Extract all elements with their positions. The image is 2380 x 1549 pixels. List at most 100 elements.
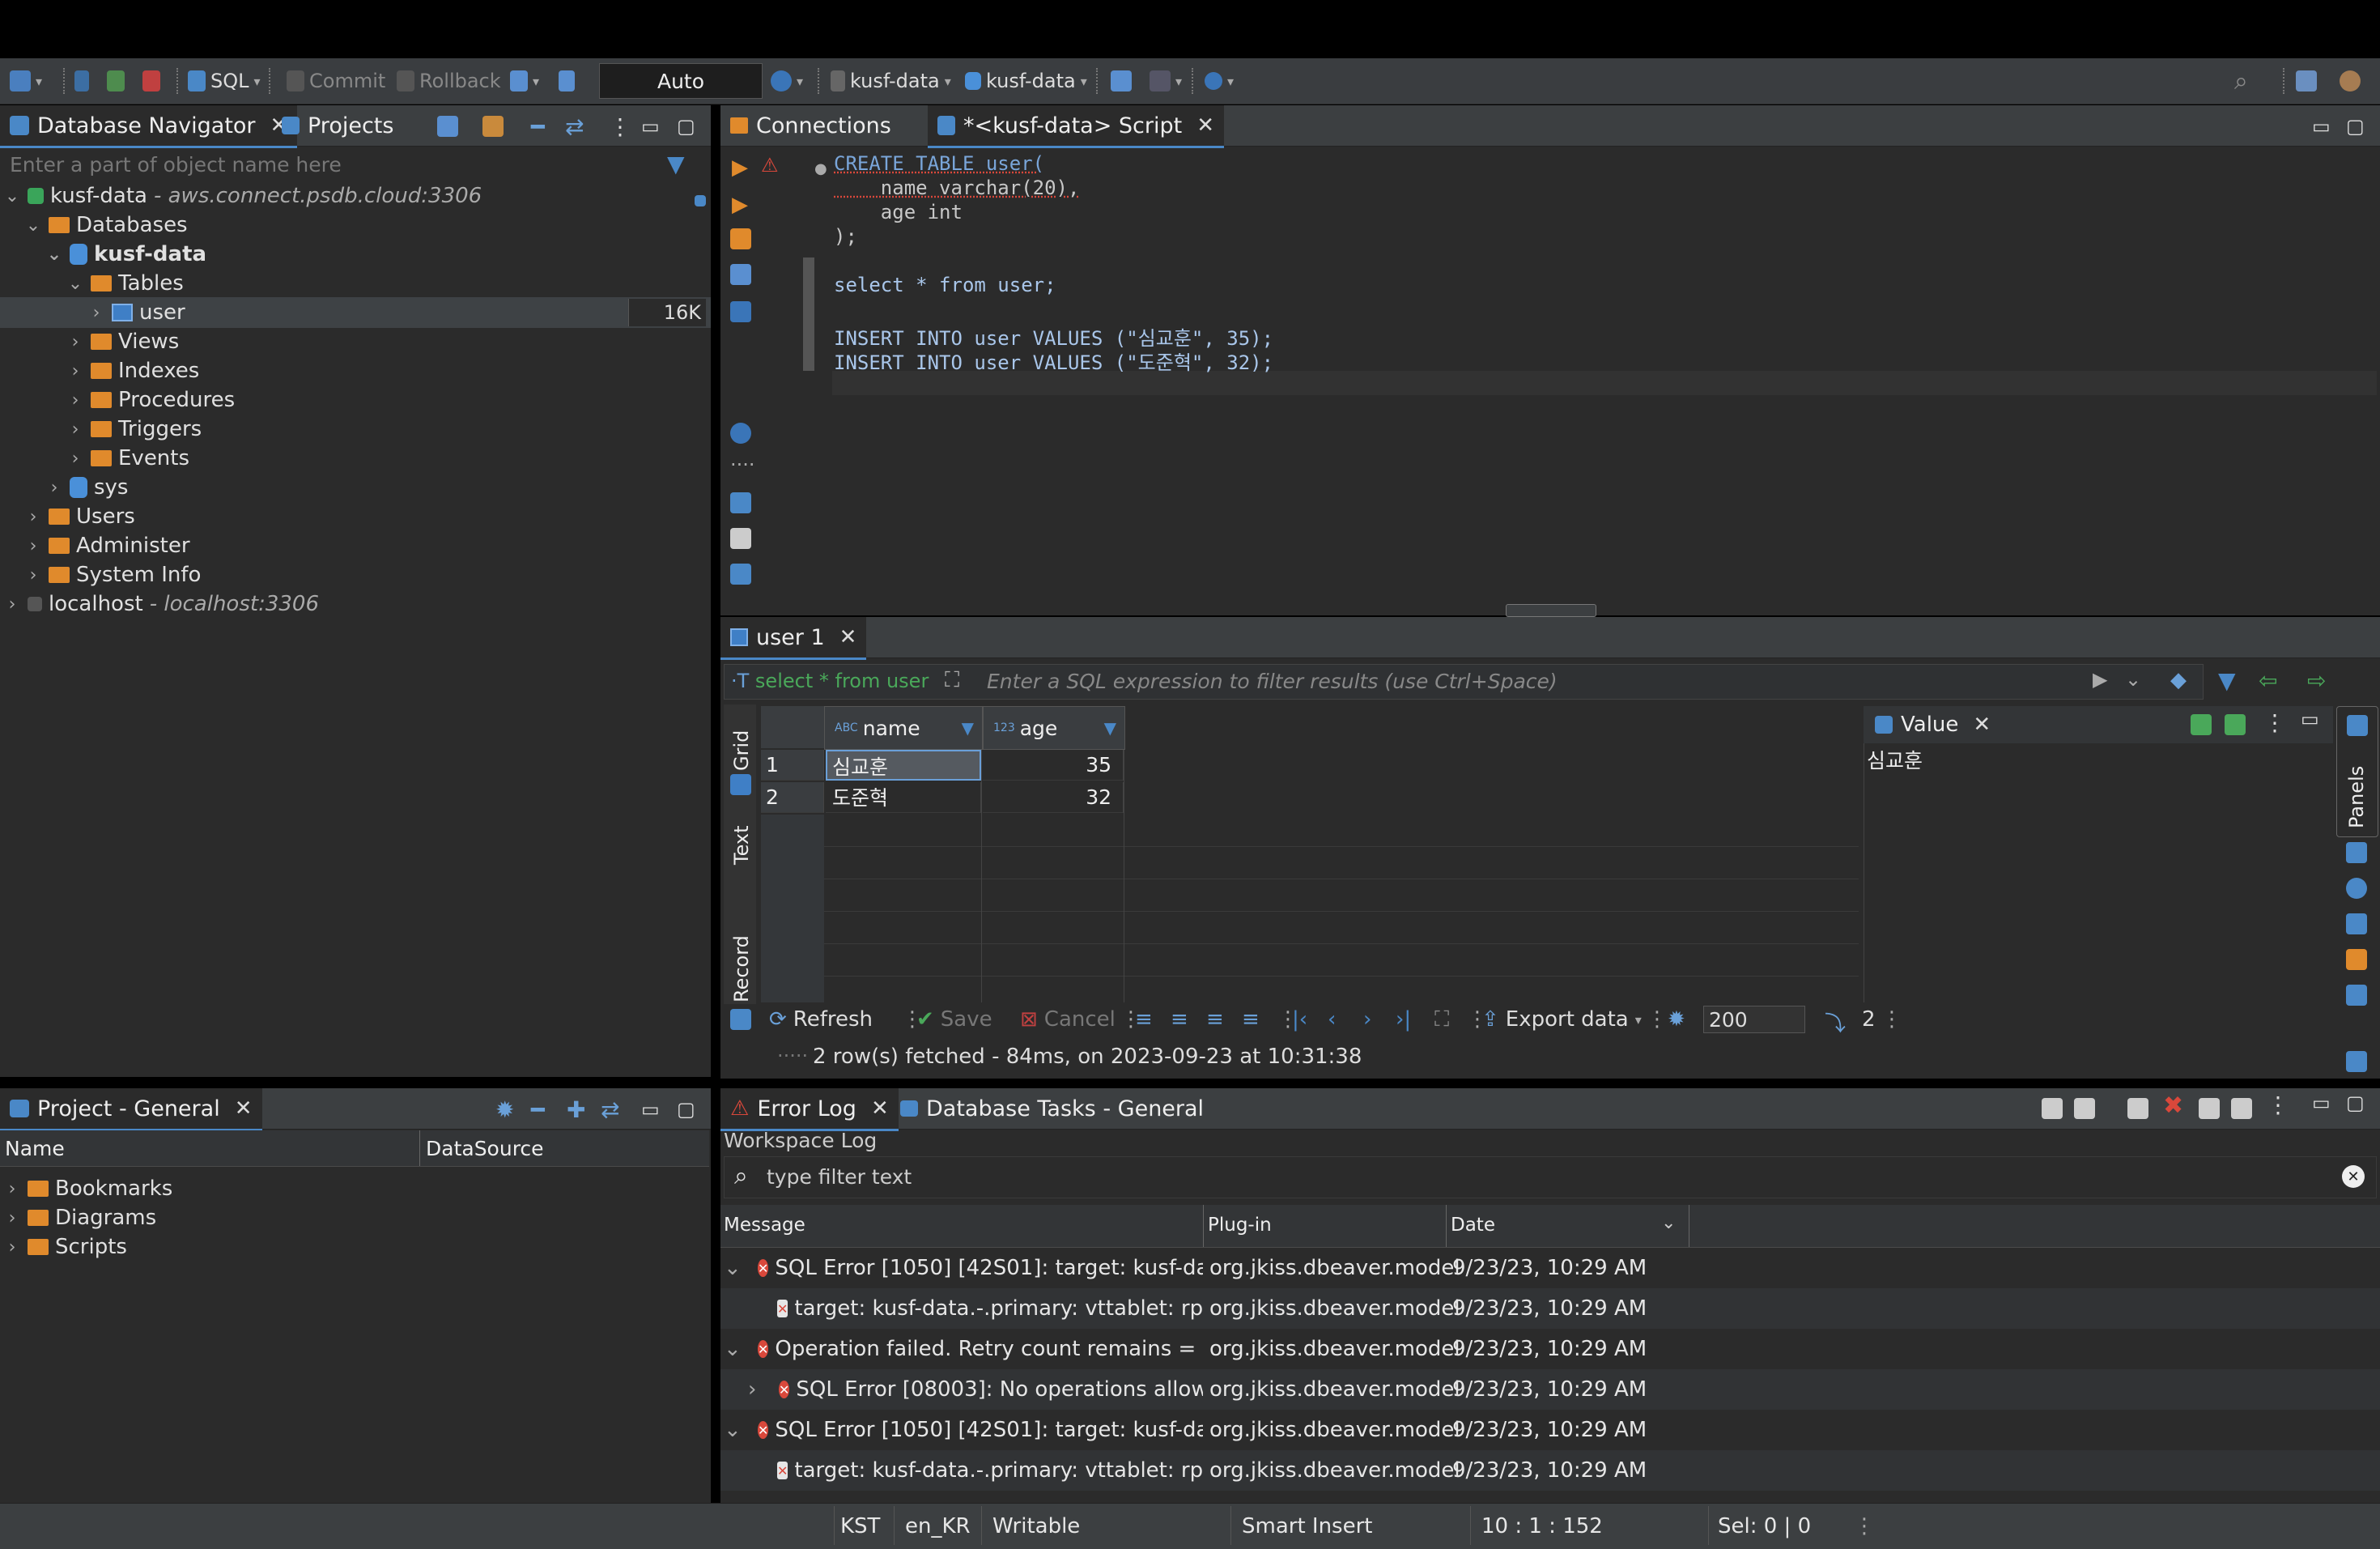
- close-icon[interactable]: ✕: [235, 1096, 253, 1121]
- code-line-9[interactable]: INSERT INTO user VALUES ("도준혁", 32);: [834, 347, 1273, 375]
- restore-log-icon[interactable]: [2231, 1098, 2252, 1119]
- chevron-right-icon[interactable]: ›: [87, 303, 105, 323]
- apply-filter-icon[interactable]: ▶: [2093, 668, 2107, 691]
- chevron-right-icon[interactable]: ›: [66, 390, 84, 411]
- chevron-down-icon[interactable]: ⌄: [45, 245, 63, 265]
- collapse-all-button[interactable]: ━: [531, 110, 545, 143]
- forward-arrow-icon[interactable]: ⇨: [2307, 667, 2326, 694]
- next-page-icon[interactable]: ›: [1363, 1007, 1371, 1032]
- terminal-icon[interactable]: [730, 301, 751, 322]
- more-icon[interactable]: ⋮: [2263, 709, 2286, 736]
- minimize-button[interactable]: ▭: [641, 110, 660, 143]
- back-arrow-icon[interactable]: ⇦: [2259, 667, 2277, 694]
- chevron-right-icon[interactable]: ›: [3, 1237, 21, 1257]
- new-connection-icon-button[interactable]: [437, 110, 458, 143]
- save-value-icon[interactable]: [2191, 714, 2212, 735]
- tab-connections[interactable]: Connections: [720, 105, 901, 146]
- presentation-icon[interactable]: [2346, 1051, 2367, 1072]
- tree-events[interactable]: › Events: [66, 444, 189, 473]
- refresh-button[interactable]: ⟳ Refresh: [769, 1007, 873, 1032]
- chevron-down-icon[interactable]: ⌄: [24, 215, 42, 236]
- collapse-all-button[interactable]: ━: [531, 1093, 545, 1126]
- minimize-icon[interactable]: ▭: [2312, 1092, 2331, 1114]
- settings-gear-icon[interactable]: ✹: [1668, 1007, 1685, 1032]
- copy-row-icon[interactable]: ≡: [1206, 1007, 1224, 1032]
- chart-icon[interactable]: [2346, 913, 2367, 934]
- tree-indexes[interactable]: › Indexes: [66, 356, 200, 385]
- fetch-size-input[interactable]: 200: [1703, 1006, 1805, 1033]
- dbeaver-perspective-button[interactable]: [2340, 65, 2361, 97]
- previous-page-icon[interactable]: ‹: [1328, 1007, 1336, 1032]
- row-number[interactable]: 2: [761, 782, 824, 813]
- side-tab-text[interactable]: Text: [730, 825, 753, 865]
- info-icon[interactable]: [2346, 878, 2367, 899]
- log-row[interactable]: ⌄ ✕ Operation failed. Retry count remains…: [720, 1329, 2380, 1369]
- status-insert-mode[interactable]: Smart Insert: [1242, 1504, 1372, 1548]
- chevron-right-icon[interactable]: ›: [3, 1208, 21, 1228]
- chevron-down-icon[interactable]: ⌄: [724, 1256, 742, 1280]
- close-icon[interactable]: ✕: [839, 625, 857, 649]
- log-row[interactable]: ✕ target: kusf-data.-.primary: vttablet: …: [720, 1450, 2380, 1491]
- tab-database-navigator[interactable]: Database Navigator ✕: [0, 105, 298, 148]
- column-header-name[interactable]: ABC name ▼: [824, 706, 983, 750]
- perspective-button[interactable]: [2296, 65, 2317, 97]
- clear-filter-icon[interactable]: ✕: [2342, 1165, 2365, 1188]
- more-icon[interactable]: ⋮: [2267, 1092, 2289, 1118]
- chevron-right-icon[interactable]: ›: [24, 536, 42, 556]
- splitter-handle[interactable]: [1506, 604, 1596, 617]
- chevron-right-icon[interactable]: ›: [3, 594, 21, 615]
- tab-error-log[interactable]: ⚠ Error Log ✕: [720, 1088, 899, 1131]
- code-line-4[interactable]: );: [834, 225, 857, 248]
- maximize-icon[interactable]: ▢: [2346, 1092, 2365, 1114]
- code-line-3[interactable]: age int: [834, 201, 963, 223]
- tab-database-tasks[interactable]: Database Tasks - General: [890, 1088, 1213, 1129]
- execute-statement-icon[interactable]: ▶: [732, 155, 748, 180]
- status-more-icon[interactable]: ⋮: [1854, 1504, 1875, 1548]
- invalidate-button[interactable]: [107, 65, 125, 97]
- maximize-button[interactable]: ▢: [677, 1093, 695, 1126]
- chevron-right-icon[interactable]: ›: [66, 332, 84, 352]
- chevron-down-icon[interactable]: ⌄: [724, 1337, 742, 1361]
- new-script-icon[interactable]: [730, 492, 751, 513]
- navigator-filter-input[interactable]: Enter a part of object name here: [10, 149, 674, 180]
- tab-kusf-data-script[interactable]: *<kusf-data> Script ✕: [928, 105, 1225, 148]
- delete-log-icon[interactable]: ✖: [2163, 1092, 2183, 1120]
- cell-age[interactable]: 35: [983, 750, 1124, 781]
- cell-name[interactable]: 심교훈: [826, 750, 981, 781]
- chevron-right-icon[interactable]: ›: [3, 1179, 21, 1199]
- erd-button[interactable]: ▾: [1150, 65, 1182, 97]
- expand-filter-icon[interactable]: ⛶: [945, 668, 959, 693]
- schema-compare-button[interactable]: [1111, 65, 1132, 97]
- log-row[interactable]: ⌄ ✕ SQL Error [1050] [42S01]: target: kus…: [720, 1410, 2380, 1450]
- delete-script-icon[interactable]: [730, 528, 751, 549]
- tab-project-general[interactable]: Project - General ✕: [0, 1088, 262, 1131]
- search-tool-button[interactable]: ▾: [1205, 65, 1234, 97]
- new-folder-button[interactable]: [482, 110, 504, 143]
- side-tab-record[interactable]: Record: [730, 935, 753, 1002]
- close-icon[interactable]: ✕: [1196, 113, 1214, 138]
- tree-connection-kusf-data[interactable]: ⌄ kusf-data - aws.connect.psdb.cloud:330…: [3, 181, 482, 211]
- column-date[interactable]: Date: [1451, 1215, 1495, 1236]
- row-number[interactable]: 1: [761, 750, 824, 781]
- close-icon[interactable]: ✕: [1973, 713, 1991, 737]
- rollback-button[interactable]: Rollback: [397, 65, 501, 97]
- tree-db-kusf-data[interactable]: ⌄ kusf-data: [45, 240, 206, 269]
- project-settings-button[interactable]: ✹: [495, 1093, 514, 1126]
- edit-row-icon[interactable]: ≡: [1135, 1007, 1153, 1032]
- tree-databases[interactable]: ⌄ Databases: [24, 211, 188, 240]
- disconnect-button[interactable]: [142, 65, 160, 97]
- column-header-age[interactable]: 123 age ▼: [983, 706, 1125, 750]
- tree-db-sys[interactable]: › sys: [45, 473, 129, 502]
- link-editor-button[interactable]: ⇄: [565, 110, 584, 143]
- close-icon[interactable]: ✕: [871, 1096, 889, 1121]
- log-filter-input[interactable]: ⌕ type filter text ✕: [724, 1156, 2377, 1198]
- chevron-right-icon[interactable]: ›: [66, 361, 84, 381]
- cell-name[interactable]: 도준혁: [826, 782, 981, 813]
- cell-age[interactable]: 32: [983, 782, 1124, 813]
- minimize-button[interactable]: ▭: [2312, 110, 2331, 143]
- add-row-icon[interactable]: ≡: [1171, 1007, 1188, 1032]
- tree-views[interactable]: › Views: [66, 327, 180, 356]
- layout-icon[interactable]: [2346, 842, 2367, 863]
- tree-connection-localhost[interactable]: › localhost - localhost:3306: [3, 589, 319, 619]
- log-row[interactable]: ✕ target: kusf-data.-.primary: vttablet: …: [720, 1288, 2380, 1329]
